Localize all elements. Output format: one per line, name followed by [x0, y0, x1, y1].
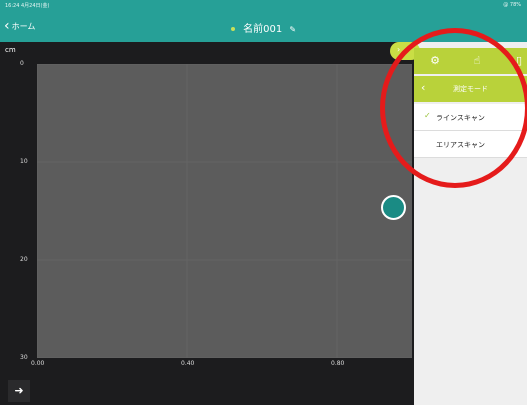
y-tick-label: 30 [20, 354, 28, 361]
panel-icon[interactable]: ▯ [512, 54, 526, 68]
y-tick-label: 20 [20, 256, 28, 263]
mode-header: ‹ 測定モード [414, 76, 527, 102]
arrow-right-icon[interactable]: ➜ [8, 380, 30, 402]
x-tick-label: 0.40 [181, 360, 195, 367]
y-tick-label: 0 [20, 60, 24, 67]
menu-item-label: エリアスキャン [436, 141, 485, 149]
menu-item-label: ラインスキャン [436, 114, 485, 122]
y-tick-label: 10 [20, 158, 28, 165]
x-tick-label: 0.80 [331, 360, 345, 367]
app-screen: 16:24 4月24日(金) @ 78% ‹ ホーム 名前001 ✎ cm ➜ … [0, 0, 527, 405]
gear-icon[interactable]: ⚙ [428, 54, 442, 68]
x-tick-label: 0.00 [31, 360, 45, 367]
hand-icon[interactable]: ☝ [470, 54, 484, 68]
status-bar: 16:24 4月24日(金) @ 78% [0, 0, 527, 10]
menu-item-line-scan[interactable]: ✓ ラインスキャン [414, 104, 527, 131]
page-title-area: 名前001 ✎ [0, 20, 527, 35]
pencil-icon[interactable]: ✎ [289, 25, 296, 34]
status-time: 16:24 4月24日(金) [5, 3, 50, 9]
plot-area [37, 64, 412, 358]
grid-lines [37, 64, 412, 358]
checkmark-icon: ✓ [424, 111, 431, 120]
page-title: 名前001 [243, 24, 283, 35]
y-axis-unit: cm [5, 46, 16, 54]
chart-area: cm ➜ 0 10 20 30 0.00 0.40 0.80 [0, 42, 414, 405]
navigation-bar: ‹ ホーム 名前001 ✎ [0, 10, 527, 42]
data-point-marker[interactable] [381, 195, 406, 220]
status-battery: @ 78% [503, 2, 521, 8]
mode-menu: ✓ ラインスキャン エリアスキャン [414, 104, 527, 158]
menu-item-area-scan[interactable]: エリアスキャン [414, 131, 527, 158]
chevron-right-icon: › [397, 45, 401, 54]
mode-title: 測定モード [453, 85, 488, 93]
panel-toolbar: ⚙ ☝ ▯ [414, 48, 527, 74]
status-dot-icon [230, 27, 235, 31]
